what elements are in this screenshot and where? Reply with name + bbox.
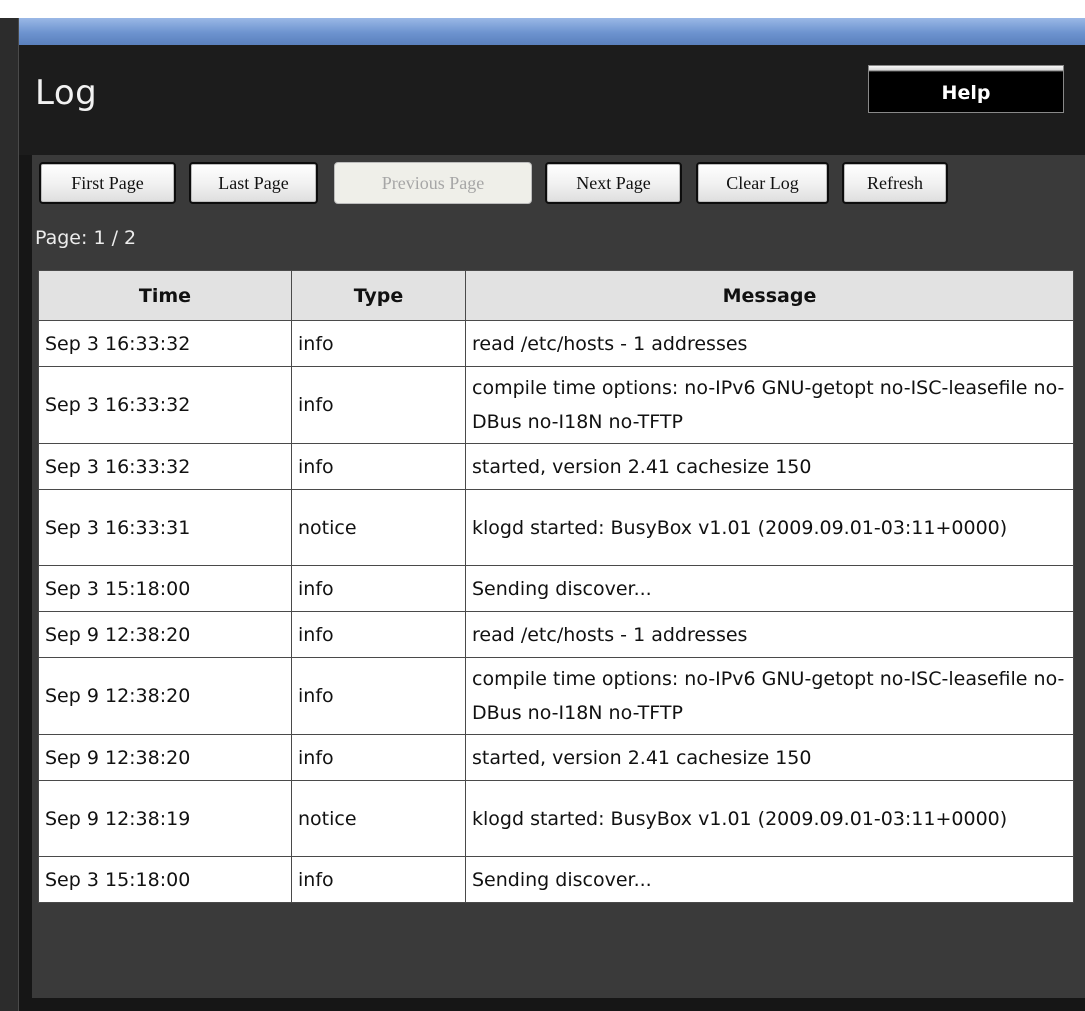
refresh-button[interactable]: Refresh: [842, 162, 948, 204]
cell-time: Sep 9 12:38:20: [38, 611, 292, 658]
table-row: Sep 3 15:18:00 info Sending discover...: [38, 565, 1074, 612]
cell-time: Sep 3 16:33:32: [38, 320, 292, 367]
log-panel: First Page Last Page Previous Page Next …: [32, 155, 1085, 998]
cell-message: compile time options: no-IPv6 GNU-getopt…: [465, 657, 1074, 735]
cell-type: info: [291, 320, 466, 367]
cell-type: notice: [291, 780, 466, 857]
table-row: Sep 3 16:33:31 notice klogd started: Bus…: [38, 489, 1074, 566]
column-header-message: Message: [465, 270, 1074, 321]
help-button[interactable]: Help: [868, 65, 1064, 113]
table-row: Sep 3 15:18:00 info Sending discover...: [38, 856, 1074, 903]
column-header-type: Type: [291, 270, 466, 321]
clear-log-button[interactable]: Clear Log: [696, 162, 829, 204]
cell-time: Sep 3 15:18:00: [38, 565, 292, 612]
log-table: Time Type Message Sep 3 16:33:32 info re…: [38, 270, 1074, 903]
cell-type: info: [291, 565, 466, 612]
table-row: Sep 9 12:38:19 notice klogd started: Bus…: [38, 780, 1074, 857]
table-row: Sep 3 16:33:32 info compile time options…: [38, 366, 1074, 444]
table-row: Sep 9 12:38:20 info read /etc/hosts - 1 …: [38, 611, 1074, 658]
cell-type: info: [291, 734, 466, 781]
cell-message: compile time options: no-IPv6 GNU-getopt…: [465, 366, 1074, 444]
cell-message: read /etc/hosts - 1 addresses: [465, 320, 1074, 367]
cell-type: notice: [291, 489, 466, 566]
cell-time: Sep 3 15:18:00: [38, 856, 292, 903]
log-window: Log Help First Page Last Page Previous P…: [19, 18, 1085, 1011]
table-row: Sep 3 16:33:32 info started, version 2.4…: [38, 443, 1074, 490]
cell-type: info: [291, 443, 466, 490]
table-row: Sep 3 16:33:32 info read /etc/hosts - 1 …: [38, 320, 1074, 367]
first-page-button[interactable]: First Page: [39, 162, 176, 204]
cell-time: Sep 3 16:33:32: [38, 443, 292, 490]
table-row: Sep 9 12:38:20 info compile time options…: [38, 657, 1074, 735]
column-header-time: Time: [38, 270, 292, 321]
cell-time: Sep 9 12:38:20: [38, 734, 292, 781]
log-page: Log Help First Page Last Page Previous P…: [0, 0, 1085, 1011]
cell-message: Sending discover...: [465, 565, 1074, 612]
window-top-strip: [19, 18, 1085, 45]
page-header: Log Help: [19, 45, 1085, 155]
cell-time: Sep 9 12:38:19: [38, 780, 292, 857]
cell-message: started, version 2.41 cachesize 150: [465, 734, 1074, 781]
table-row: Sep 9 12:38:20 info started, version 2.4…: [38, 734, 1074, 781]
cell-message: klogd started: BusyBox v1.01 (2009.09.01…: [465, 780, 1074, 857]
last-page-button[interactable]: Last Page: [189, 162, 318, 204]
window-left-border: [0, 18, 19, 1011]
cell-time: Sep 3 16:33:32: [38, 366, 292, 444]
page-indicator: Page: 1 / 2: [35, 227, 137, 249]
page-title: Log: [35, 73, 98, 113]
cell-message: klogd started: BusyBox v1.01 (2009.09.01…: [465, 489, 1074, 566]
table-header-row: Time Type Message: [38, 270, 1074, 321]
cell-message: Sending discover...: [465, 856, 1074, 903]
log-table-body: Sep 3 16:33:32 info read /etc/hosts - 1 …: [38, 320, 1074, 903]
cell-type: info: [291, 657, 466, 735]
cell-time: Sep 3 16:33:31: [38, 489, 292, 566]
cell-message: read /etc/hosts - 1 addresses: [465, 611, 1074, 658]
cell-time: Sep 9 12:38:20: [38, 657, 292, 735]
cell-message: started, version 2.41 cachesize 150: [465, 443, 1074, 490]
cell-type: info: [291, 856, 466, 903]
next-page-button[interactable]: Next Page: [545, 162, 682, 204]
cell-type: info: [291, 611, 466, 658]
cell-type: info: [291, 366, 466, 444]
previous-page-button[interactable]: Previous Page: [334, 162, 532, 204]
